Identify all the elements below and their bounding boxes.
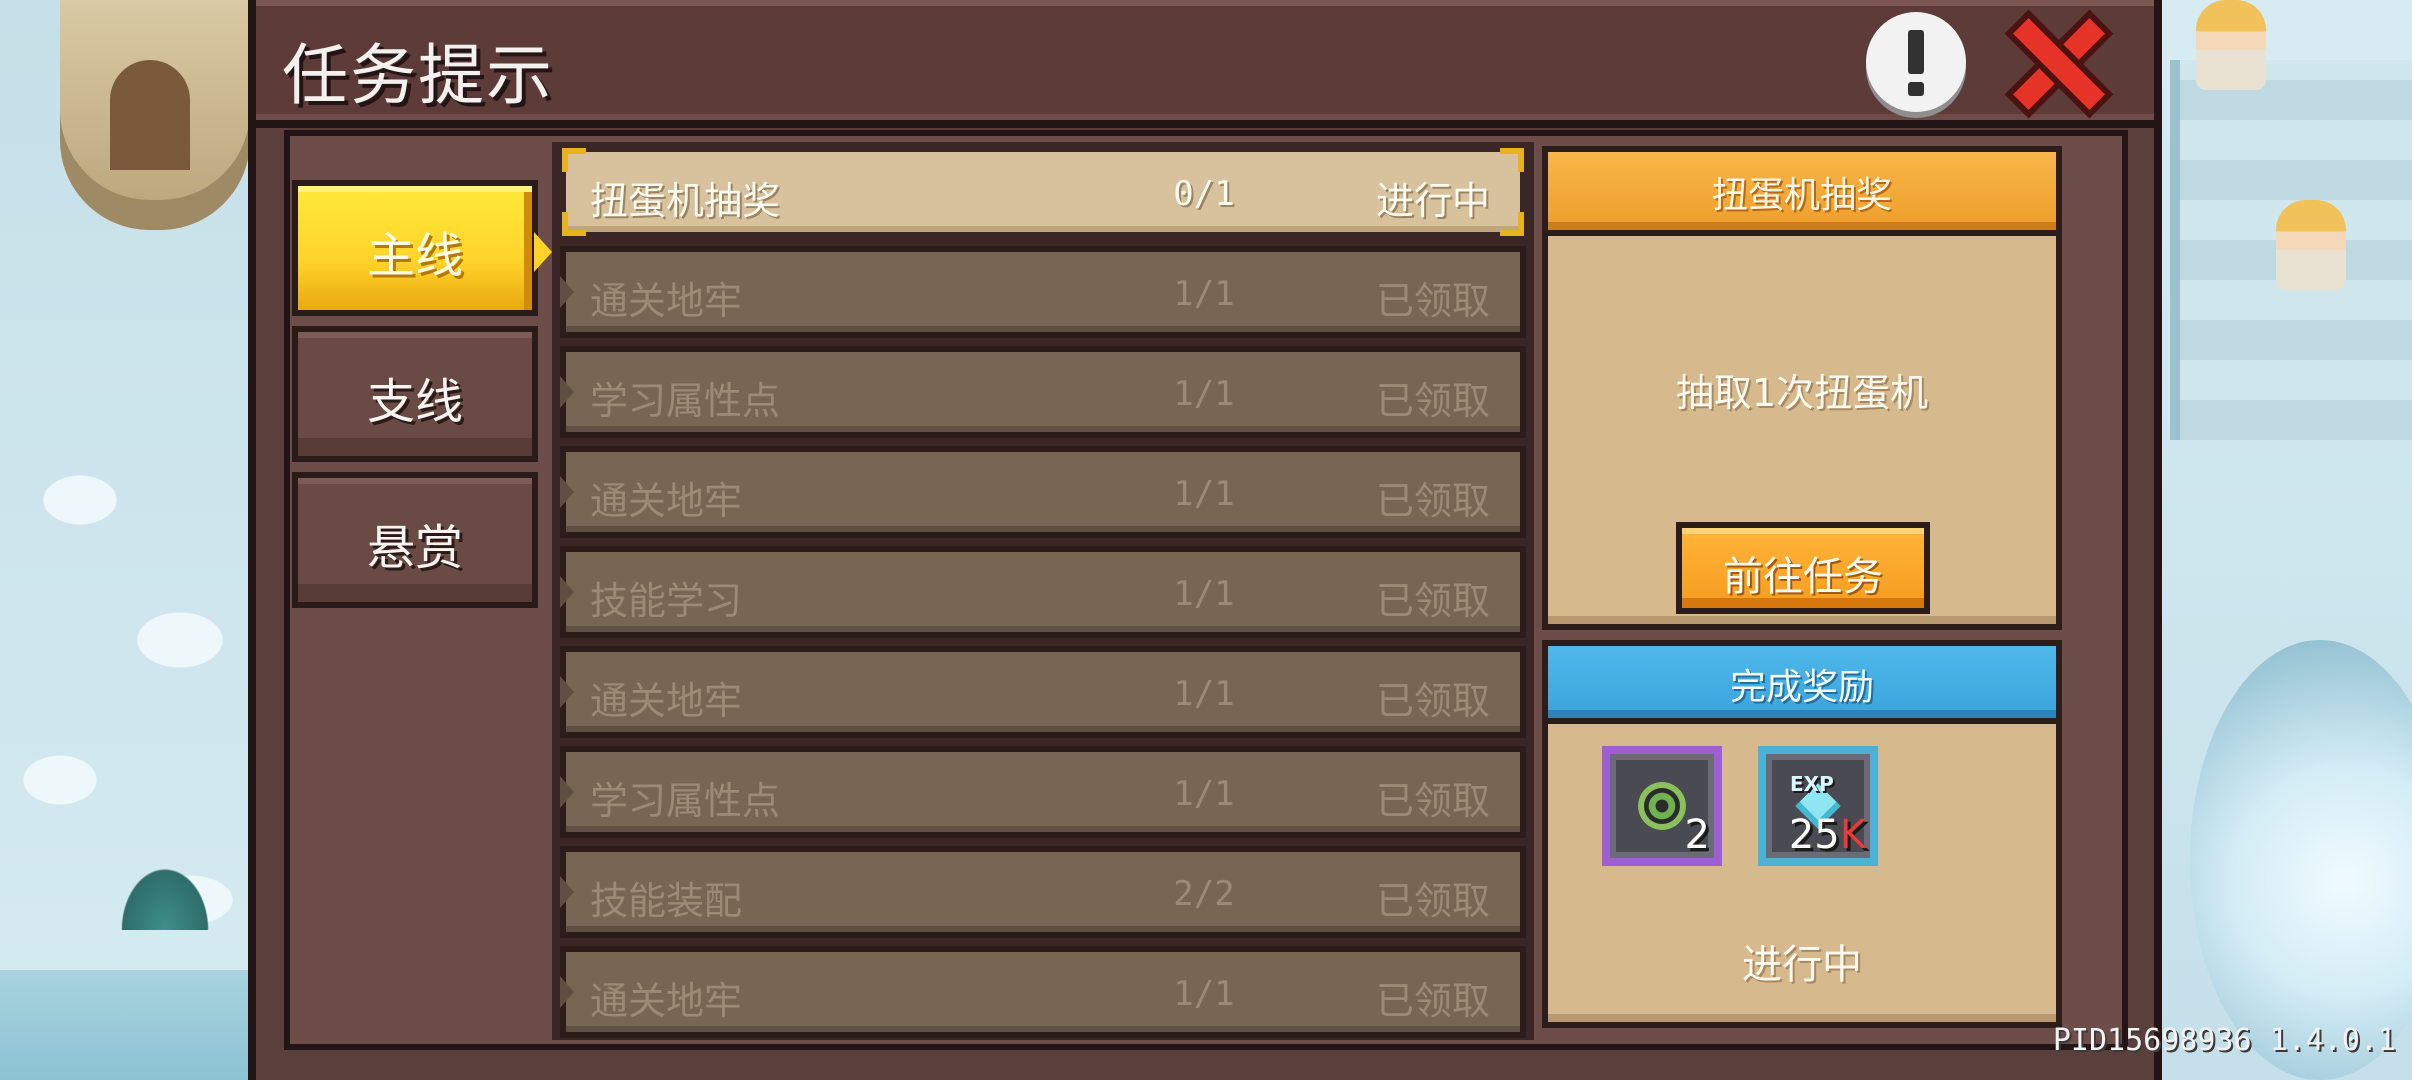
reward-item[interactable]: 2 — [1602, 746, 1722, 866]
task-row[interactable]: 扭蛋机抽奖 0/1 进行中 — [560, 146, 1526, 238]
task-status: 已领取 — [1375, 579, 1490, 623]
task-status: 进行中 — [1375, 179, 1490, 223]
task-status: 已领取 — [1375, 879, 1490, 923]
tab-main-quest[interactable]: 主线 — [292, 180, 552, 316]
task-name: 技能学习 — [590, 579, 743, 623]
tab-label: 悬赏 — [366, 520, 463, 576]
task-progress: 1/1 — [1173, 374, 1235, 414]
row-notch — [560, 276, 574, 308]
reward-header: 完成奖励 — [1548, 646, 2056, 724]
task-progress: 1/1 — [1173, 774, 1235, 814]
task-progress: 1/1 — [1173, 674, 1235, 714]
background-plant — [115, 860, 215, 930]
reward-count: 25K — [1788, 812, 1866, 858]
detail-header: 扭蛋机抽奖 — [1548, 152, 2056, 236]
task-row[interactable]: 学习属性点 1/1 已领取 — [560, 346, 1526, 438]
task-name: 通关地牢 — [590, 479, 743, 523]
player-id-version: PID15698936 1.4.0.1 — [2052, 1023, 2396, 1058]
row-notch — [560, 976, 574, 1008]
row-notch — [560, 876, 574, 908]
task-status: 已领取 — [1375, 679, 1490, 723]
task-progress: 1/1 — [1173, 474, 1235, 514]
tab-bounty[interactable]: 悬赏 — [292, 472, 538, 608]
reward-item[interactable]: EXP 25K — [1758, 746, 1878, 866]
gacha-token-icon — [1638, 782, 1686, 830]
row-notch — [560, 676, 574, 708]
go-to-task-button[interactable]: 前往任务 — [1676, 522, 1930, 614]
task-progress: 1/1 — [1173, 274, 1235, 314]
row-notch — [560, 476, 574, 508]
tab-label: 主线 — [366, 228, 463, 284]
task-row[interactable]: 通关地牢 1/1 已领取 — [560, 446, 1526, 538]
task-status: 已领取 — [1375, 979, 1490, 1023]
task-progress: 1/1 — [1173, 974, 1235, 1014]
task-name: 学习属性点 — [590, 379, 781, 423]
task-status: 已领取 — [1375, 779, 1490, 823]
detail-description: 抽取1次扭蛋机 — [1675, 371, 1929, 415]
npc-character — [2196, 0, 2266, 90]
selection-corner — [1500, 148, 1524, 172]
task-row[interactable]: 技能装配 2/2 已领取 — [560, 846, 1526, 938]
exclamation-icon — [1908, 30, 1924, 74]
tab-selected-arrow — [534, 232, 552, 272]
close-button[interactable] — [2006, 12, 2110, 116]
tab-label: 支线 — [366, 374, 463, 430]
task-status: 已领取 — [1375, 279, 1490, 323]
task-row[interactable]: 学习属性点 1/1 已领取 — [560, 746, 1526, 838]
background-tower-door — [110, 60, 190, 170]
task-progress: 2/2 — [1173, 874, 1235, 914]
npc-character — [2276, 200, 2346, 290]
window-title: 任务提示 — [282, 37, 554, 114]
selection-corner — [1500, 212, 1524, 236]
task-detail-panel: 扭蛋机抽奖 抽取1次扭蛋机 前往任务 — [1542, 146, 2062, 630]
detail-title: 扭蛋机抽奖 — [1711, 175, 1892, 216]
task-row[interactable]: 通关地牢 1/1 已领取 — [560, 946, 1526, 1038]
row-notch — [560, 376, 574, 408]
task-progress: 1/1 — [1173, 574, 1235, 614]
reward-panel: 完成奖励 2 EXP 25K 进行中 — [1542, 640, 2062, 1028]
task-name: 通关地牢 — [590, 279, 743, 323]
reward-status: 进行中 — [1742, 942, 1862, 988]
reward-title: 完成奖励 — [1729, 667, 1874, 708]
task-row[interactable]: 通关地牢 1/1 已领取 — [560, 646, 1526, 738]
task-row[interactable]: 技能学习 1/1 已领取 — [560, 546, 1526, 638]
task-name: 扭蛋机抽奖 — [590, 179, 781, 223]
task-status: 已领取 — [1375, 379, 1490, 423]
reward-count: 2 — [1684, 812, 1710, 858]
info-button[interactable] — [1866, 12, 1966, 112]
task-row[interactable]: 通关地牢 1/1 已领取 — [560, 246, 1526, 338]
window-title-bar: 任务提示 — [248, 0, 2162, 128]
tab-side-quest[interactable]: 支线 — [292, 326, 538, 462]
row-notch — [560, 776, 574, 808]
selection-corner — [562, 148, 586, 172]
selection-corner — [562, 212, 586, 236]
task-name: 通关地牢 — [590, 979, 743, 1023]
exp-icon-label: EXP — [1790, 772, 1834, 796]
task-name: 通关地牢 — [590, 679, 743, 723]
exclamation-dot — [1908, 82, 1924, 96]
task-list[interactable]: 扭蛋机抽奖 0/1 进行中 通关地牢 1/1 已领取 学习属性点 1/1 已领取… — [552, 142, 1534, 1040]
task-name: 学习属性点 — [590, 779, 781, 823]
task-name: 技能装配 — [590, 879, 743, 923]
task-status: 已领取 — [1375, 479, 1490, 523]
go-to-task-label: 前往任务 — [1723, 554, 1883, 600]
task-progress: 0/1 — [1173, 174, 1235, 214]
row-notch — [560, 576, 574, 608]
quest-category-tabs: 主线 支线 悬赏 — [288, 140, 552, 1040]
